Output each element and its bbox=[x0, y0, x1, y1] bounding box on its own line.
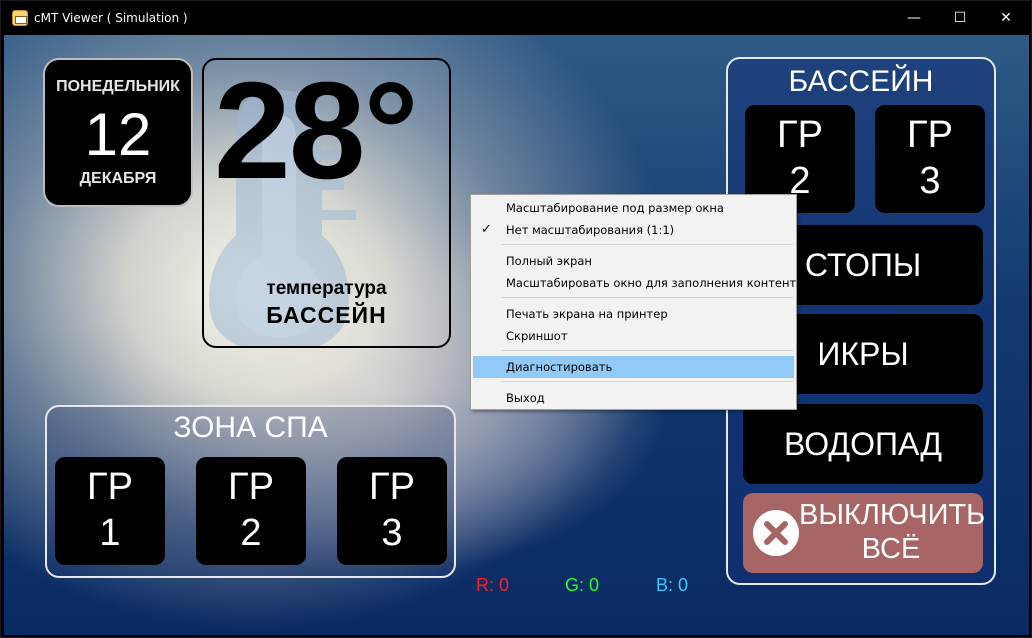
button-label: ГР bbox=[228, 466, 274, 508]
minimize-button[interactable]: — bbox=[891, 1, 937, 35]
window-title: cMT Viewer ( Simulation ) bbox=[34, 11, 188, 25]
app-window: cMT Viewer ( Simulation ) — ☐ ✕ ПОНЕДЕЛЬ… bbox=[0, 0, 1032, 638]
menu-item-screenshot[interactable]: Скриншот bbox=[473, 325, 794, 347]
menu-separator bbox=[501, 381, 793, 382]
turn-off-all-label: ВЫКЛЮЧИТЬ ВСЁ bbox=[799, 498, 986, 566]
menu-item-label: Диагностировать bbox=[506, 360, 613, 374]
close-circle-icon bbox=[753, 510, 799, 556]
maximize-button[interactable]: ☐ bbox=[937, 1, 983, 35]
rgb-blue-readout: B: 0 bbox=[656, 575, 689, 595]
temperature-label: температура bbox=[266, 278, 387, 299]
month-label: ДЕКАБРЯ bbox=[79, 170, 157, 187]
checkmark-icon: ✓ bbox=[481, 222, 492, 237]
button-label: ГР bbox=[369, 466, 415, 508]
app-icon bbox=[12, 10, 28, 26]
menu-item-no-scaling[interactable]: ✓ Нет масштабирования (1:1) bbox=[473, 219, 794, 241]
pool-title: БАССЕЙН bbox=[788, 65, 934, 98]
spa-zone-title: ЗОНА СПА bbox=[173, 411, 328, 444]
pool-group-3-button[interactable]: ГР 3 bbox=[875, 105, 985, 213]
button-number: 3 bbox=[381, 512, 403, 554]
menu-separator bbox=[501, 244, 793, 245]
button-label: ГР bbox=[777, 114, 823, 156]
menu-item-label: Масштабирование под размер окна bbox=[506, 201, 724, 215]
spa-group-1-button[interactable]: ГР 1 bbox=[55, 457, 165, 565]
temperature-panel: 28° температура БАССЕЙН bbox=[202, 58, 451, 348]
turn-off-line2: ВСЁ bbox=[861, 533, 921, 565]
spa-group-2-button[interactable]: ГР 2 bbox=[196, 457, 306, 565]
button-number: 1 bbox=[99, 512, 121, 554]
temperature-location: БАССЕЙН bbox=[266, 302, 387, 328]
menu-item-full-screen[interactable]: Полный экран bbox=[473, 250, 794, 272]
temperature-value: 28° bbox=[214, 58, 419, 208]
menu-item-print-screen[interactable]: Печать экрана на принтер bbox=[473, 303, 794, 325]
button-label: ГР bbox=[87, 466, 133, 508]
menu-item-label: Полный экран bbox=[506, 254, 592, 268]
title-bar[interactable]: cMT Viewer ( Simulation ) — ☐ ✕ bbox=[1, 1, 1031, 35]
button-label: ГР bbox=[907, 114, 953, 156]
menu-item-scale-to-window[interactable]: Масштабирование под размер окна bbox=[473, 197, 794, 219]
button-number: 2 bbox=[240, 512, 262, 554]
menu-item-diagnose[interactable]: Диагностировать bbox=[473, 356, 794, 378]
rgb-green-readout: G: 0 bbox=[565, 575, 600, 595]
day-number: 12 bbox=[84, 101, 152, 168]
button-number: 3 bbox=[919, 160, 941, 202]
waterfall-button[interactable]: ВОДОПАД bbox=[743, 404, 983, 484]
spa-zone-panel: ЗОНА СПА ГР 1 ГР 2 ГР 3 bbox=[45, 405, 456, 578]
menu-item-label: Скриншот bbox=[506, 329, 568, 343]
menu-item-exit[interactable]: Выход bbox=[473, 387, 794, 409]
menu-item-fit-window-to-content[interactable]: Масштабировать окно для заполнения конте… bbox=[473, 272, 803, 294]
menu-separator bbox=[501, 350, 793, 351]
turn-off-line1: ВЫКЛЮЧИТЬ bbox=[799, 499, 986, 531]
date-tile: ПОНЕДЕЛЬНИК 12 ДЕКАБРЯ bbox=[43, 58, 193, 207]
spa-group-3-button[interactable]: ГР 3 bbox=[337, 457, 447, 565]
turn-off-all-button[interactable]: ВЫКЛЮЧИТЬ ВСЁ bbox=[743, 493, 986, 573]
menu-separator bbox=[501, 297, 793, 298]
menu-item-label: Выход bbox=[506, 391, 545, 405]
close-button[interactable]: ✕ bbox=[983, 1, 1029, 35]
menu-item-label: Печать экрана на принтер bbox=[506, 307, 668, 321]
weekday-label: ПОНЕДЕЛЬНИК bbox=[56, 78, 180, 95]
context-menu: Масштабирование под размер окна ✓ Нет ма… bbox=[470, 194, 803, 410]
menu-item-label: Нет масштабирования (1:1) bbox=[506, 223, 675, 237]
menu-item-label: Масштабировать окно для заполнения конте… bbox=[506, 276, 804, 290]
rgb-red-readout: R: 0 bbox=[476, 575, 510, 595]
